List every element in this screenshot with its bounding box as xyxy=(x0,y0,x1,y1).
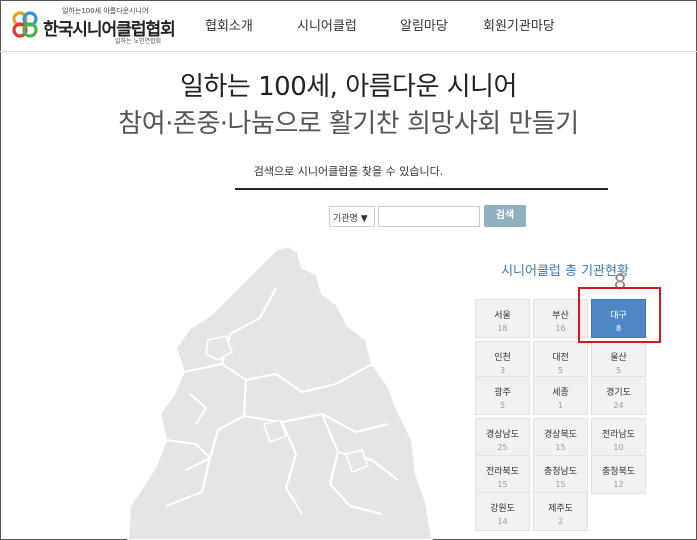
region-name: 전라남도 xyxy=(601,430,636,440)
hero-subheadline: 참여·존중·나눔으로 활기찬 희망사회 만들기 xyxy=(118,109,579,139)
korea-map[interactable] xyxy=(126,244,476,540)
region-tile-jeonnam[interactable]: 전라남도 10 xyxy=(591,418,646,457)
region-count: 15 xyxy=(555,480,566,489)
region-tile-sejong[interactable]: 세종 1 xyxy=(533,376,588,415)
region-count: 24 xyxy=(613,401,624,410)
region-count: 10 xyxy=(613,443,624,452)
region-name: 전라북도 xyxy=(485,467,520,477)
search-button[interactable]: 검색 xyxy=(484,205,526,227)
region-count: 5 xyxy=(615,366,622,375)
logo-subtitle: 일하는 노인연합회 xyxy=(115,38,162,45)
region-tile-chungbuk[interactable]: 충청북도 12 xyxy=(591,455,646,494)
nav-item-about[interactable]: 협회소개 xyxy=(205,15,253,34)
region-count: 2 xyxy=(557,517,564,526)
region-count: 12 xyxy=(613,480,624,489)
selection-highlight-box xyxy=(578,287,661,343)
search-type-select[interactable]: 기관명 ▼ xyxy=(329,206,375,227)
region-tile-gyeongbuk[interactable]: 경상북도 15 xyxy=(533,418,588,457)
hero-headline: 일하는 100세, 아름다운 시니어 xyxy=(180,72,517,102)
logo-mark-icon xyxy=(12,11,38,38)
region-name: 충청북도 xyxy=(601,467,636,477)
region-name: 서울 xyxy=(494,311,511,321)
korea-map-landmass xyxy=(126,244,434,540)
site-header: 일하는100세 아름다운시니어 한국시니어클럽협회 일하는 노인연합회 협회소개… xyxy=(0,0,697,52)
region-tile-daejeon[interactable]: 대전 5 xyxy=(533,341,588,380)
region-tile-gyeonggi[interactable]: 경기도 24 xyxy=(591,376,646,415)
region-tile-gangwon[interactable]: 강원도 14 xyxy=(475,492,530,531)
region-count: 15 xyxy=(497,480,508,489)
region-count: 14 xyxy=(497,517,508,526)
region-count: 5 xyxy=(499,401,506,410)
region-tile-ulsan[interactable]: 울산 5 xyxy=(591,341,646,380)
region-tile-gyeongnam[interactable]: 경상남도 25 xyxy=(475,418,530,457)
region-name: 울산 xyxy=(610,353,627,363)
region-name: 세종 xyxy=(552,388,569,398)
region-tile-jeonbuk[interactable]: 전라북도 15 xyxy=(475,455,530,494)
region-name: 제주도 xyxy=(548,504,573,514)
region-count: 15 xyxy=(555,443,566,452)
region-count: 1 xyxy=(557,401,564,410)
region-tile-seoul[interactable]: 서울 18 xyxy=(475,299,530,338)
search-input[interactable] xyxy=(378,206,480,227)
nav-item-senior-club[interactable]: 시니어클럽 xyxy=(297,15,357,34)
nav-item-member-institutions[interactable]: 회원기관마당 xyxy=(483,15,555,34)
divider xyxy=(235,188,608,190)
region-tile-incheon[interactable]: 인천 3 xyxy=(475,341,530,380)
region-count: 25 xyxy=(497,443,508,452)
region-name: 경상남도 xyxy=(485,430,520,440)
region-count: 18 xyxy=(497,324,508,333)
region-name: 충청남도 xyxy=(543,467,578,477)
region-name: 인천 xyxy=(494,353,511,363)
region-name: 광주 xyxy=(494,388,511,398)
nav-item-notices[interactable]: 알림마당 xyxy=(400,15,448,34)
region-tile-jeju[interactable]: 제주도 2 xyxy=(533,492,588,531)
region-count: 3 xyxy=(499,366,506,375)
region-name: 대전 xyxy=(552,353,569,363)
region-count: 5 xyxy=(557,366,564,375)
region-tile-gwangju[interactable]: 광주 5 xyxy=(475,376,530,415)
search-caption: 검색으로 시니어클럽을 찾을 수 있습니다. xyxy=(253,165,444,178)
region-name: 경기도 xyxy=(606,388,631,398)
site-logo[interactable]: 일하는100세 아름다운시니어 한국시니어클럽협회 일하는 노인연합회 xyxy=(10,6,176,46)
region-name: 경상북도 xyxy=(543,430,578,440)
region-tile-chungnam[interactable]: 충청남도 15 xyxy=(533,455,588,494)
region-name: 강원도 xyxy=(490,504,515,514)
